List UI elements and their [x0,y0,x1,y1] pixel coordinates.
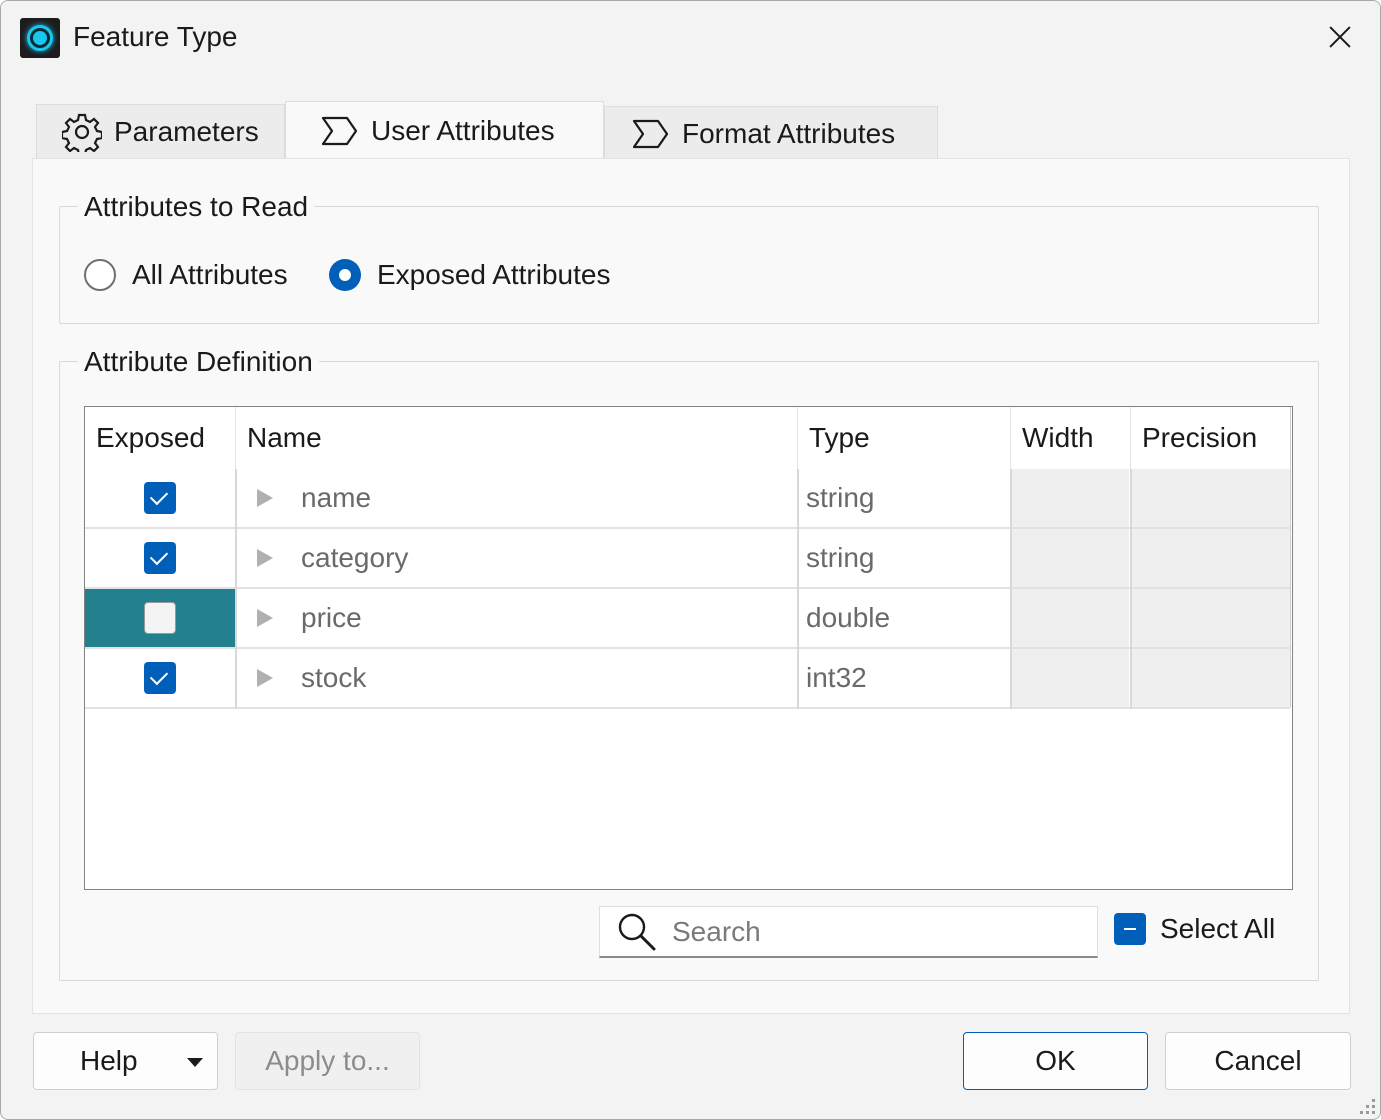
column-divider [1290,407,1291,707]
column-header-exposed[interactable]: Exposed [85,407,236,469]
app-logo-icon [20,18,60,58]
attribute-type: double [806,602,891,633]
radio-exposed-attributes[interactable]: Exposed Attributes [329,259,610,291]
width-cell[interactable] [1011,649,1129,707]
apply-to-button[interactable]: Apply to... [235,1032,420,1090]
type-cell[interactable]: string [806,469,1010,527]
attributes-to-read-title: Attributes to Read [78,191,315,223]
precision-cell[interactable] [1131,589,1290,647]
tab-user-attributes-label: User Attributes [371,114,555,146]
precision-cell[interactable] [1131,469,1290,527]
chevron-down-icon[interactable] [187,1058,203,1067]
gear-icon [62,113,102,152]
title-bar[interactable]: Feature Type [1,1,1380,73]
tab-parameters[interactable]: Parameters [36,104,285,158]
ok-button-label: OK [1035,1045,1076,1076]
cancel-button-label: Cancel [1214,1045,1302,1076]
radio-button[interactable] [84,259,116,291]
select-all-checkbox[interactable]: Select All [1114,913,1275,945]
exposed-cell[interactable] [85,589,235,647]
column-header-precision[interactable]: Precision [1131,407,1291,469]
attribute-type: string [806,542,875,573]
help-button-label: Help [80,1045,138,1076]
type-cell[interactable]: string [806,529,1010,587]
apply-to-button-label: Apply to... [265,1045,390,1076]
cancel-button[interactable]: Cancel [1165,1032,1351,1090]
resize-grip-icon[interactable] [1358,1097,1376,1115]
tab-parameters-label: Parameters [114,115,259,147]
window-title: Feature Type [73,21,238,52]
column-divider [1010,469,1012,709]
attribute-name: category [301,542,409,573]
table-row[interactable]: stock int32 [85,649,1290,709]
attribute-name: price [301,602,362,633]
width-cell[interactable] [1011,589,1129,647]
name-cell[interactable]: name [237,469,797,527]
search-icon [618,913,656,950]
exposed-cell[interactable] [85,649,235,707]
radio-button-selected[interactable] [329,259,361,291]
expand-arrow-icon[interactable] [257,669,273,687]
attribute-icon [321,116,358,145]
tab-user-attributes[interactable]: User Attributes [285,101,604,159]
expand-arrow-icon[interactable] [257,609,273,627]
column-divider [235,469,237,709]
search-field[interactable] [599,906,1098,958]
type-cell[interactable]: double [806,589,1010,647]
help-button[interactable]: Help [33,1032,218,1090]
exposed-checkbox[interactable] [144,602,176,634]
column-divider [1130,469,1132,709]
radio-all-attributes-label: All Attributes [132,259,288,290]
exposed-cell[interactable] [85,529,235,587]
width-cell[interactable] [1011,469,1129,527]
attribute-type: int32 [806,662,867,693]
name-cell[interactable]: category [237,529,797,587]
type-cell[interactable]: int32 [806,649,1010,707]
column-divider[interactable] [1130,407,1131,469]
table-row[interactable]: price double [85,589,1290,649]
precision-cell[interactable] [1131,529,1290,587]
exposed-checkbox[interactable] [144,482,176,514]
attribute-name: name [301,482,372,513]
tab-format-attributes[interactable]: Format Attributes [604,106,938,160]
name-cell[interactable]: price [237,589,797,647]
column-divider[interactable] [1010,407,1011,469]
tab-format-attributes-label: Format Attributes [682,117,896,149]
table-row[interactable]: name string [85,469,1290,529]
select-all-label: Select All [1160,913,1276,944]
attribute-icon [632,119,669,148]
column-divider[interactable] [797,407,798,469]
select-all-box[interactable] [1114,913,1146,945]
column-header-type[interactable]: Type [798,407,1011,469]
attribute-name: stock [301,662,367,693]
table-row[interactable]: category string [85,529,1290,589]
column-header-width[interactable]: Width [1011,407,1131,469]
attribute-table: Exposed Name Type Width Precision name s… [84,406,1293,890]
column-divider [797,469,799,709]
expand-arrow-icon[interactable] [257,489,273,507]
name-cell[interactable]: stock [237,649,797,707]
feature-type-dialog: Feature Type Parameters User Attributes … [0,0,1381,1120]
exposed-checkbox[interactable] [144,542,176,574]
attribute-definition-title: Attribute Definition [78,346,319,378]
precision-cell[interactable] [1131,649,1290,707]
width-cell[interactable] [1011,529,1129,587]
exposed-cell[interactable] [85,469,235,527]
search-input[interactable] [672,915,1072,948]
ok-button[interactable]: OK [963,1032,1148,1090]
close-icon[interactable] [1320,17,1360,57]
attribute-type: string [806,482,875,513]
exposed-checkbox[interactable] [144,662,176,694]
column-divider[interactable] [235,407,236,469]
column-header-name[interactable]: Name [236,407,798,469]
radio-all-attributes[interactable]: All Attributes [84,259,288,291]
expand-arrow-icon[interactable] [257,549,273,567]
radio-exposed-attributes-label: Exposed Attributes [377,259,611,290]
